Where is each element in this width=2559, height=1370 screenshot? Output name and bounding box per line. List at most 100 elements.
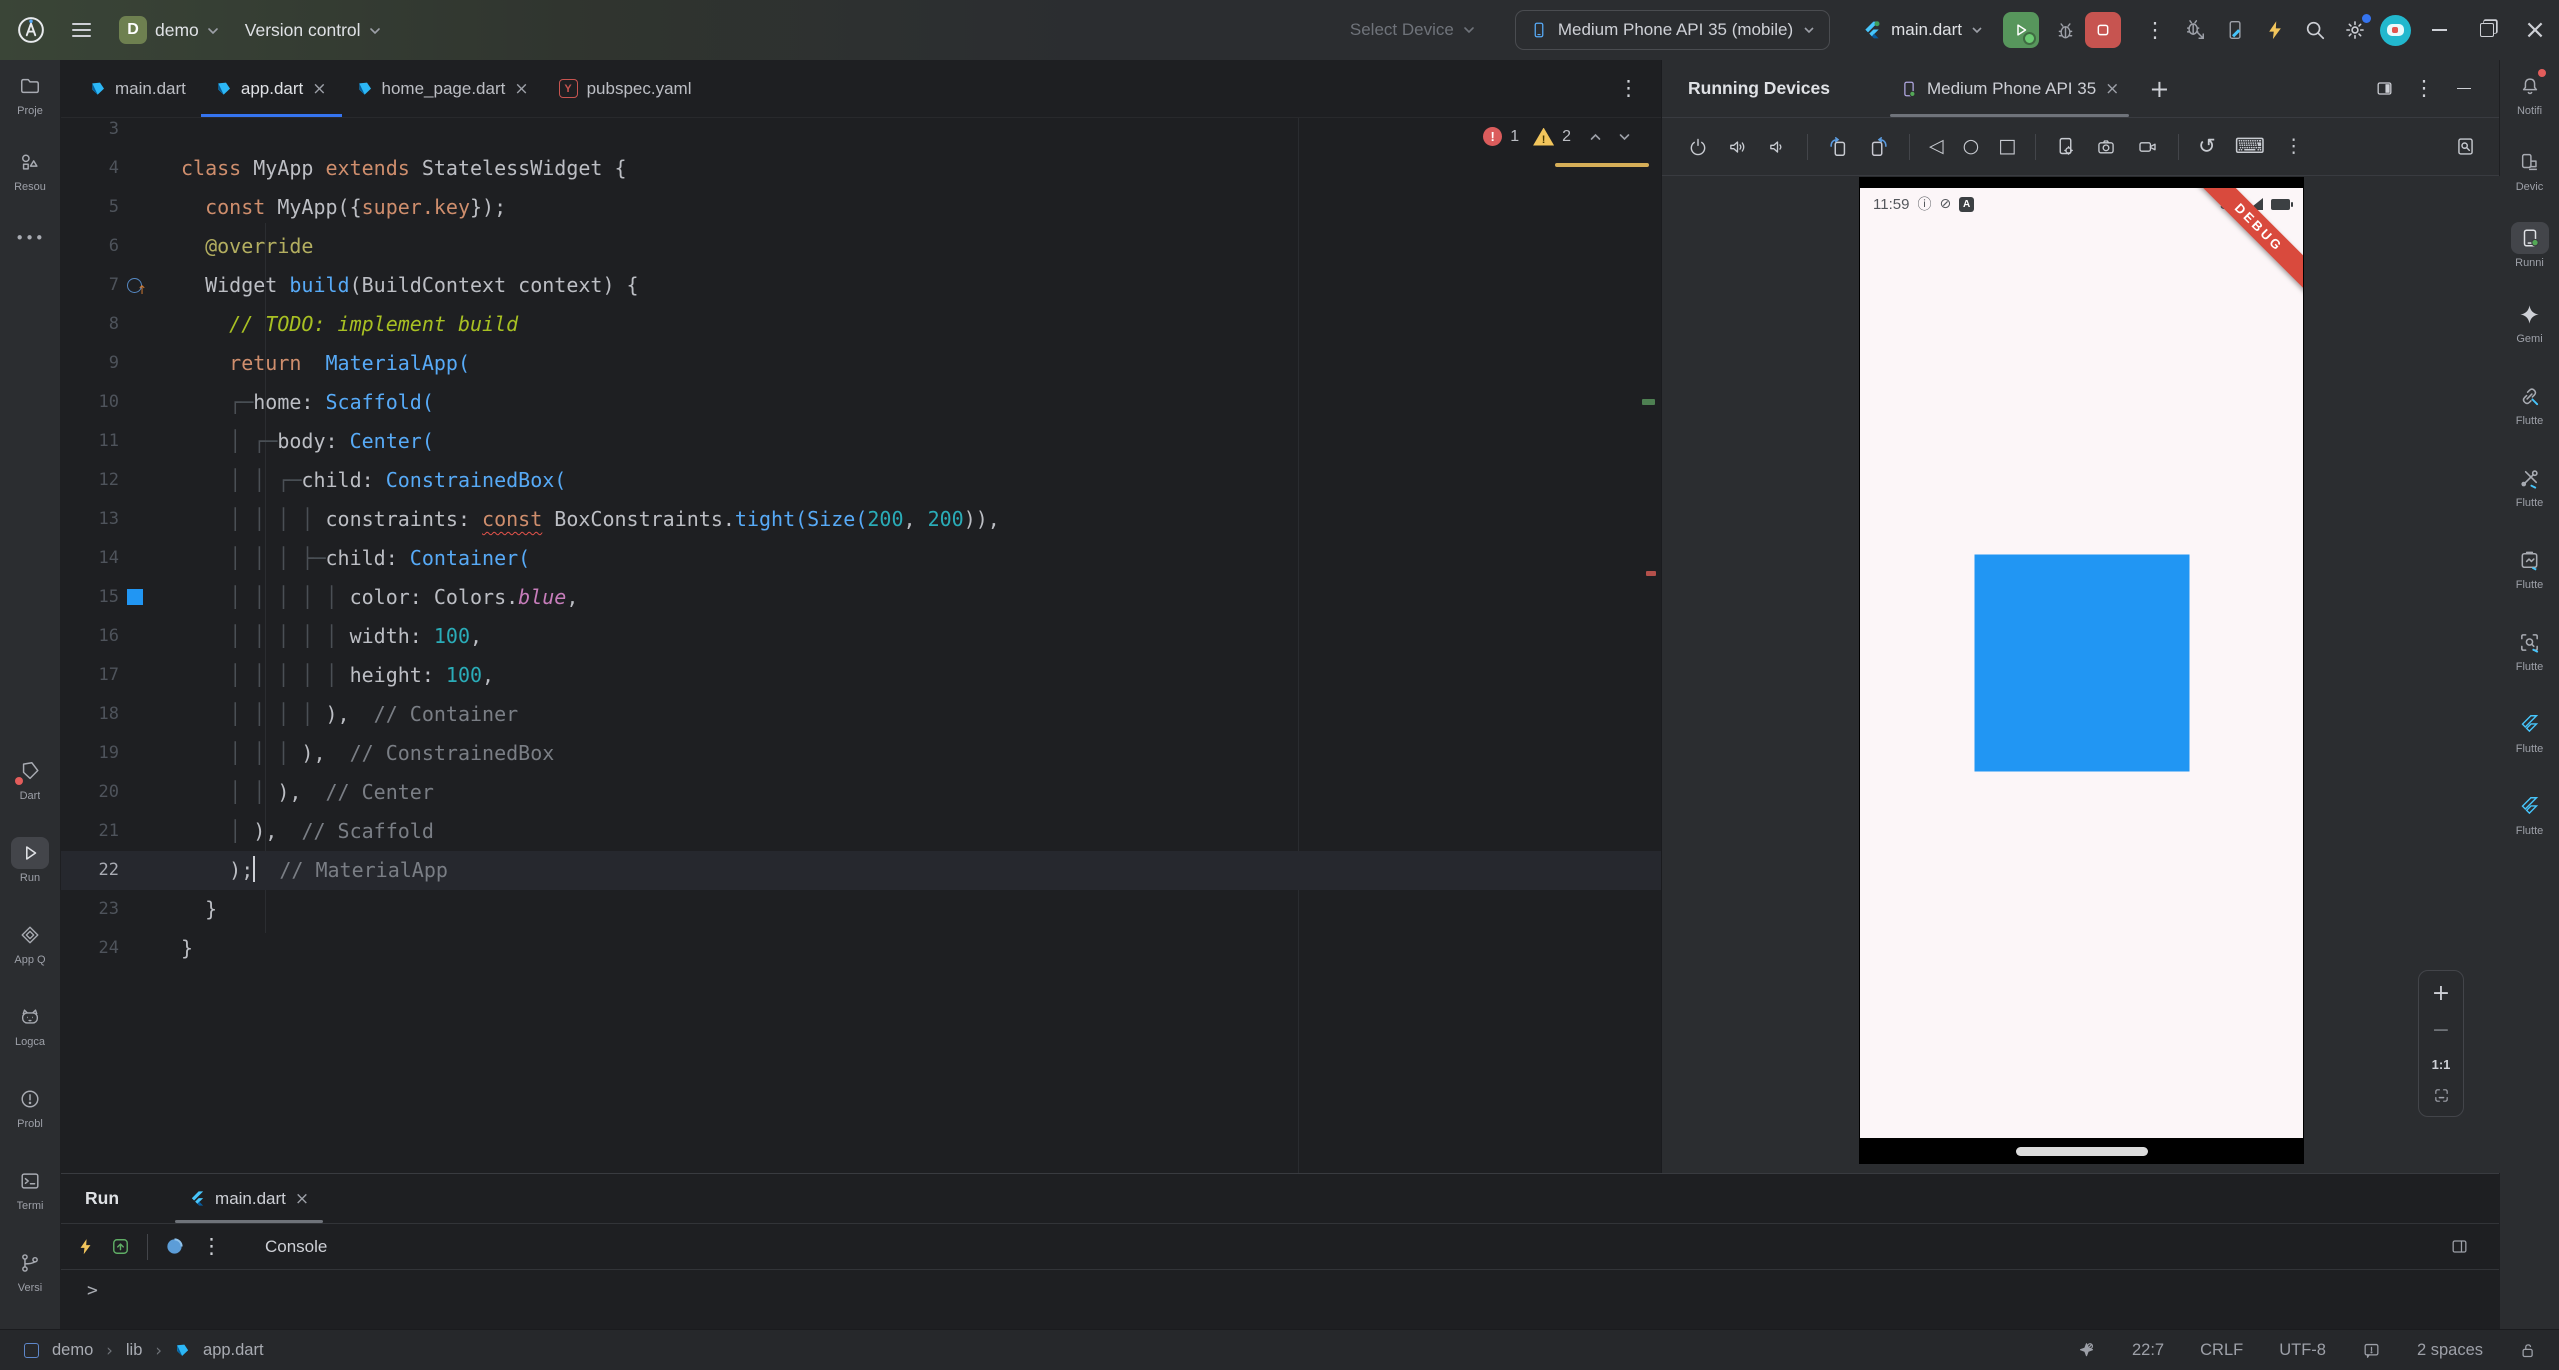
hot-reload-button[interactable] (77, 1236, 94, 1257)
device-mirror-button[interactable] (2215, 10, 2255, 50)
add-device-tab-button[interactable]: + (2149, 75, 2169, 103)
volume-up-button[interactable] (1727, 137, 1748, 157)
run-tab-main-dart[interactable]: main.dart × (175, 1174, 323, 1223)
sidebar-item-flutter-coverage[interactable]: Flutte (2501, 380, 2559, 428)
volume-down-button[interactable] (1767, 137, 1788, 157)
sidebar-item-logcat[interactable]: Logca (1, 1001, 59, 1049)
gesture-pill[interactable] (2016, 1147, 2148, 1156)
hot-reload-button[interactable] (2255, 10, 2295, 50)
zoom-in-button[interactable]: + (2432, 983, 2450, 1005)
code-line[interactable]: 21 │ ), // Scaffold (61, 812, 1661, 851)
hide-panel-button[interactable] (2444, 69, 2484, 109)
breadcrumb-file[interactable]: app.dart (203, 1341, 264, 1360)
hardware-input-button[interactable]: ⌨ (2235, 136, 2265, 157)
close-icon[interactable]: × (514, 79, 528, 99)
android-home-button[interactable]: ○ (1963, 137, 1980, 156)
device-selector[interactable]: Medium Phone API 35 (mobile) (1515, 10, 1830, 50)
layout-settings-button[interactable] (2450, 1237, 2469, 1256)
previous-problem-button[interactable] (1585, 131, 1606, 143)
close-icon[interactable]: × (295, 1189, 309, 1209)
rotate-left-button[interactable] (1827, 136, 1849, 158)
readonly-toggle[interactable] (2519, 1341, 2537, 1360)
next-problem-button[interactable] (1614, 131, 1635, 143)
tab-options-menu[interactable]: ⋮ (1618, 78, 1639, 99)
code-line[interactable]: 24} (61, 929, 1661, 968)
override-gutter-icon[interactable] (119, 266, 149, 305)
tab-main-dart[interactable]: main.dart (75, 60, 201, 117)
inspections-widget[interactable]: ! 1 ! 2 (1483, 127, 1635, 146)
screen-record-button[interactable] (2136, 137, 2159, 157)
stop-button[interactable] (2085, 12, 2121, 48)
dart-devtools-button[interactable] (165, 1237, 184, 1256)
sidebar-item-flutter-property[interactable]: Flutte (2501, 790, 2559, 838)
screen-inspect-button[interactable] (2455, 136, 2476, 157)
sidebar-item-flutter-performance[interactable]: Flutte (2501, 544, 2559, 592)
sidebar-item-project[interactable]: Proje (1, 70, 59, 118)
code-line[interactable]: 17 │ │ │ │ │ height: 100, (61, 656, 1661, 695)
code-line[interactable]: 4class MyApp extends StatelessWidget { (61, 149, 1661, 188)
code-line[interactable]: 22 ); // MaterialApp (61, 851, 1661, 890)
code-line[interactable]: 12 │ │ ┌─child: ConstrainedBox( (61, 461, 1661, 500)
sidebar-item-device-manager[interactable]: Devic (2501, 146, 2559, 194)
sidebar-item-run[interactable]: Run (1, 837, 59, 885)
tab-app-dart[interactable]: app.dart × (201, 60, 342, 117)
sidebar-item-dart-analysis[interactable]: Dart (1, 755, 59, 803)
code-line[interactable]: 13 │ │ │ │ constraints: const BoxConstra… (61, 500, 1661, 539)
inspections-status-button[interactable] (2362, 1341, 2381, 1360)
screenshot-button[interactable] (2095, 137, 2117, 157)
code-line[interactable]: 14 │ │ │ ├─child: Container( (61, 539, 1661, 578)
tab-pubspec-yaml[interactable]: Y pubspec.yaml (544, 60, 707, 117)
tab-home-page-dart[interactable]: home_page.dart × (342, 60, 544, 117)
close-icon[interactable]: × (312, 79, 326, 99)
emulator-phone[interactable]: 11:59 ⓘ ⊘ A 3G DEBUG (1859, 177, 2304, 1164)
code-line[interactable]: 10 ┌─home: Scaffold( (61, 383, 1661, 422)
code-line[interactable]: 19 │ │ │ ), // ConstrainedBox (61, 734, 1661, 773)
code-line[interactable]: 6 @override (61, 227, 1661, 266)
line-separator[interactable]: CRLF (2200, 1341, 2243, 1360)
code-line[interactable]: 16 │ │ │ │ │ width: 100, (61, 617, 1661, 656)
run-button[interactable] (2003, 12, 2039, 48)
code-editor[interactable]: 34class MyApp extends StatelessWidget {5… (61, 118, 1661, 1173)
indent-style[interactable]: 2 spaces (2417, 1341, 2483, 1360)
device-more-menu[interactable]: ⋮ (2284, 137, 2303, 156)
breadcrumb[interactable]: demo › lib › app.dart (24, 1341, 264, 1360)
console-options-menu[interactable]: ⋮ (201, 1236, 222, 1257)
code-line[interactable]: 5 const MyApp({super.key}); (61, 188, 1661, 227)
window-maximize-button[interactable] (2463, 0, 2511, 60)
select-device-dropdown[interactable]: Select Device (1350, 20, 1475, 40)
profile-avatar[interactable] (2375, 10, 2415, 50)
reset-button[interactable]: ↺ (2198, 136, 2216, 157)
code-line[interactable]: 7 Widget build(BuildContext context) { (61, 266, 1661, 305)
sidebar-item-running-devices[interactable]: Runni (2501, 222, 2559, 270)
hot-restart-button[interactable] (111, 1237, 130, 1256)
highlight-level-button[interactable] (2077, 1341, 2096, 1360)
device-tab[interactable]: Medium Phone API 35 × (1888, 60, 2131, 117)
caret-position[interactable]: 22:7 (2132, 1341, 2164, 1360)
code-line[interactable]: 3 (61, 118, 1661, 149)
sidebar-item-resource-manager[interactable]: Resou (1, 146, 59, 194)
sidebar-item-gemini[interactable]: Gemi (2501, 298, 2559, 346)
sidebar-item-flutter-outline[interactable]: Flutte (2501, 708, 2559, 756)
sidebar-item-more-tools[interactable]: ••• (1, 222, 59, 270)
sidebar-item-terminal[interactable]: Termi (1, 1165, 59, 1213)
sidebar-item-notifications[interactable]: Notifi (2501, 70, 2559, 118)
sidebar-item-version-control[interactable]: Versi (1, 1247, 59, 1295)
close-icon[interactable]: × (2105, 79, 2119, 99)
rotate-right-button[interactable] (1868, 136, 1890, 158)
android-recents-button[interactable]: □ (1998, 137, 2016, 156)
code-line[interactable]: 18 │ │ │ │ ), // Container (61, 695, 1661, 734)
fit-to-window-button[interactable] (2433, 1087, 2450, 1104)
sidebar-item-flutter-inspector[interactable]: Flutte (2501, 626, 2559, 674)
version-control-menu[interactable]: Version control (241, 14, 385, 47)
zoom-out-button[interactable]: − (2432, 1020, 2450, 1042)
zoom-reset-button[interactable]: 1:1 (2432, 1057, 2451, 1072)
phone-screen[interactable]: 11:59 ⓘ ⊘ A 3G DEBUG (1860, 188, 2303, 1138)
window-close-button[interactable]: × (2511, 0, 2559, 60)
sidebar-item-flutter-tools[interactable]: Flutte (2501, 462, 2559, 510)
power-button[interactable] (1688, 137, 1708, 157)
settings-button[interactable] (2335, 10, 2375, 50)
console-output[interactable]: > (61, 1270, 2499, 1329)
code-line[interactable]: 8 // TODO: implement build (61, 305, 1661, 344)
code-line[interactable]: 11 │ ┌─body: Center( (61, 422, 1661, 461)
main-menu-icon[interactable] (66, 17, 97, 43)
